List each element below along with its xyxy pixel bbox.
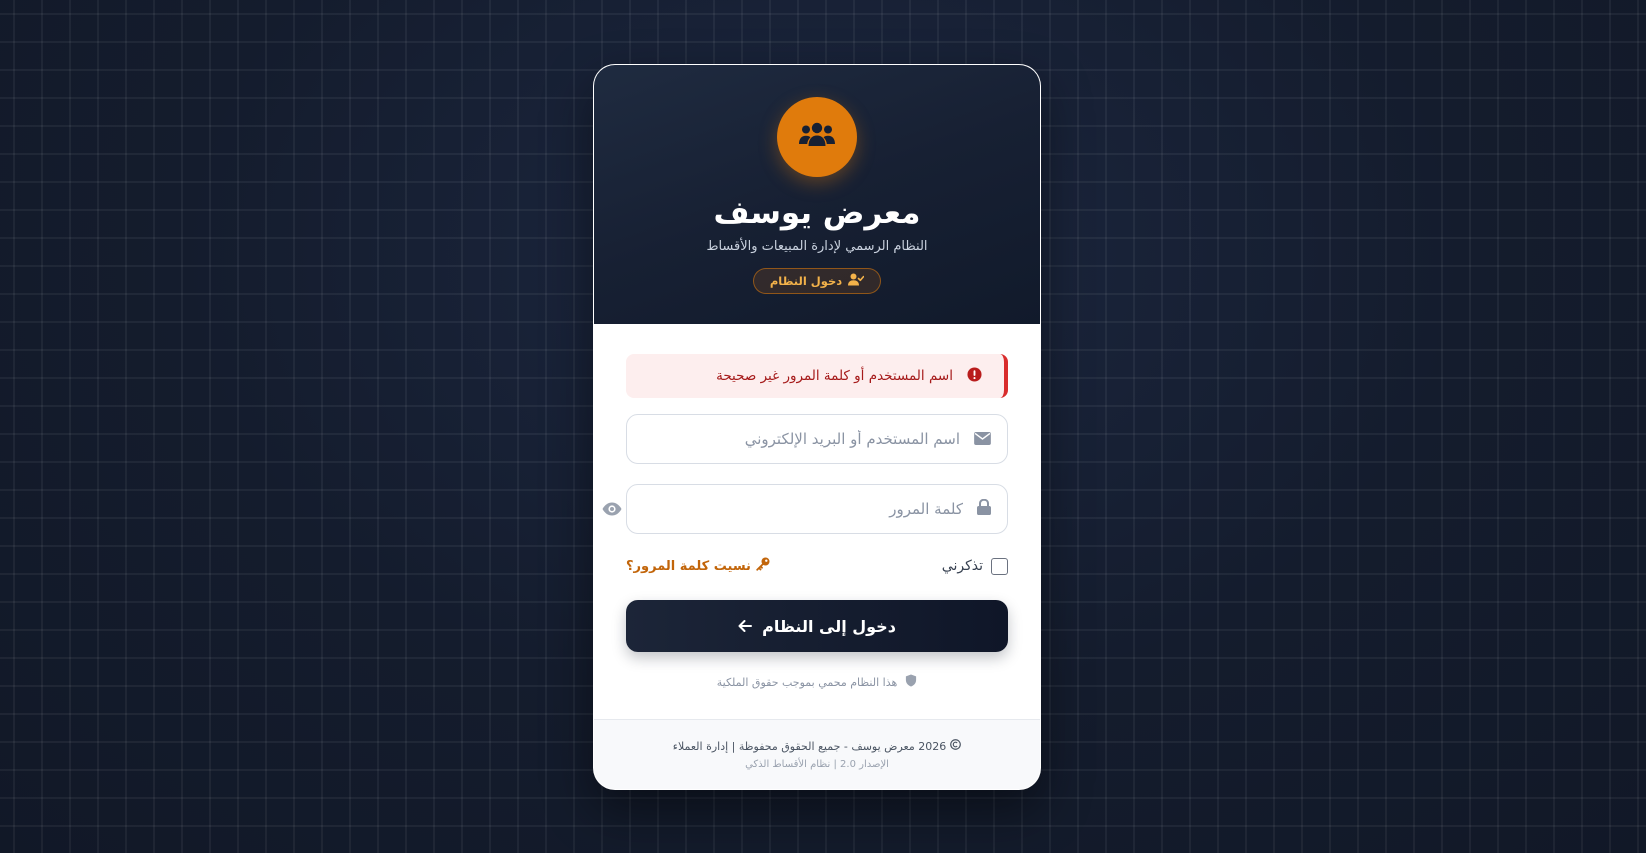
card-footer: 2026 معرض يوسف - جميع الحقوق محفوظة | إد…: [594, 719, 1040, 789]
copyright-text: 2026 معرض يوسف - جميع الحقوق محفوظة | إد…: [672, 739, 947, 753]
brand-subtitle: النظام الرسمي لإدارة المبيعات والأقساط: [706, 239, 928, 254]
envelope-icon: [974, 430, 991, 449]
users-group-icon: [797, 119, 837, 155]
username-field: [626, 414, 1008, 464]
badge-label: دخول النظام: [769, 274, 843, 288]
login-card: معرض يوسف النظام الرسمي لإدارة المبيعات …: [593, 64, 1041, 790]
logo-badge: [777, 97, 857, 177]
user-check-icon: [848, 273, 865, 289]
remember-checkbox[interactable]: [991, 557, 1008, 575]
forgot-label: نسيت كلمة المرور؟: [626, 558, 751, 574]
error-message: اسم المستخدم أو كلمة المرور غير صحيحة: [716, 368, 953, 384]
brand-title: معرض يوسف: [713, 195, 921, 231]
card-header: معرض يوسف النظام الرسمي لإدارة المبيعات …: [594, 65, 1040, 324]
forgot-password-link[interactable]: نسيت كلمة المرور؟: [626, 557, 770, 575]
login-badge: دخول النظام: [752, 268, 882, 294]
arrow-left-icon: [738, 617, 753, 636]
version-line: الإصدار 2.0 | نظام الأقساط الذكي: [745, 759, 889, 770]
copyright-line: 2026 معرض يوسف - جميع الحقوق محفوظة | إد…: [672, 739, 962, 753]
eye-icon[interactable]: [601, 498, 623, 520]
exclamation-circle-icon: [967, 366, 982, 386]
shield-icon: [905, 674, 917, 690]
key-icon: [756, 557, 770, 575]
lock-icon: [977, 498, 991, 519]
remember-label: تذكرني: [941, 558, 983, 574]
error-alert: اسم المستخدم أو كلمة المرور غير صحيحة: [626, 354, 1008, 398]
form-options-row: تذكرني نسيت كلمة المرور؟: [626, 554, 1008, 578]
protected-note: هذا النظام محمي بموجب حقوق الملكية: [626, 674, 1008, 690]
remember-me[interactable]: تذكرني: [941, 557, 1008, 575]
username-input[interactable]: [627, 415, 960, 463]
submit-label: دخول إلى النظام: [762, 616, 896, 636]
password-input[interactable]: [627, 485, 963, 533]
protected-text: هذا النظام محمي بموجب حقوق الملكية: [716, 675, 898, 689]
login-form: اسم المستخدم أو كلمة المرور غير صحيحة اس…: [594, 324, 1040, 690]
password-field: [602, 484, 1008, 534]
login-button[interactable]: دخول إلى النظام: [626, 600, 1008, 652]
copyright-icon: [950, 739, 962, 753]
